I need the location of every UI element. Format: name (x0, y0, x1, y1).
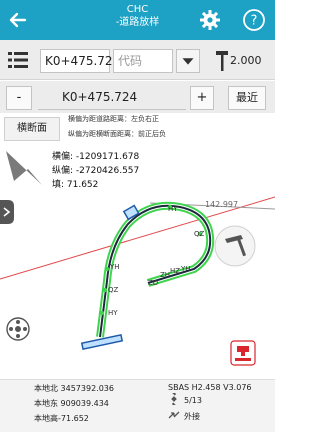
decrement-button[interactable]: - (6, 86, 32, 110)
antenna-pole-icon[interactable] (214, 49, 230, 73)
satellite-count: 5/13 (184, 396, 202, 405)
nearest-button[interactable]: 最近 (228, 86, 266, 110)
station-input[interactable]: K0+475.724 (38, 86, 186, 110)
external-link-icon (168, 411, 180, 419)
increment-button[interactable]: + (190, 86, 214, 110)
stake-point-icon[interactable] (230, 340, 256, 366)
antenna-height-value[interactable]: 2.000 (230, 54, 262, 67)
longitudinal-offset: 纵偏: -2720426.557 (52, 166, 140, 176)
sbas-accuracy: SBAS H2.458 V3.076 (168, 383, 252, 392)
label-qz-left: QZ (108, 286, 119, 294)
list-icon[interactable] (8, 51, 28, 69)
app-name: CHC (126, 4, 149, 15)
stakeout-info: 横断面 横偏为距道路距离：左负右正 纵偏为距横断面距离：前正后负 横偏: -12… (0, 113, 275, 191)
satellite-icon (171, 393, 177, 405)
label-zh: ZH (160, 271, 170, 279)
gear-icon[interactable] (198, 8, 222, 32)
label-yh-left: YH (109, 263, 120, 271)
survey-pole-button[interactable] (214, 225, 256, 267)
fill-value: 填: 71.652 (52, 180, 99, 190)
point-toolbar: K0+475.72 代码 2.000 (0, 40, 275, 80)
screen-title: -道路放样 (115, 17, 160, 28)
back-arrow-icon[interactable] (6, 8, 30, 32)
point-hy[interactable] (99, 310, 105, 316)
lateral-offset: 横偏: -1209171.678 (52, 152, 140, 162)
local-north: 本地北 3457392.036 (34, 384, 114, 393)
road-edge (96, 201, 215, 338)
point-qz[interactable] (102, 287, 108, 293)
station-row: - K0+475.724 + 最近 (0, 81, 275, 113)
cross-section-button[interactable]: 横断面 (4, 117, 60, 141)
pile-number-input[interactable]: K0+475.72 (40, 49, 113, 73)
point-yh[interactable] (104, 266, 110, 272)
label-hy-top: HY (168, 205, 178, 213)
compass-icon[interactable] (6, 317, 30, 341)
longitudinal-rule-text: 纵偏为距横断面距离：前正后负 (68, 130, 166, 138)
local-elevation: 本地高-71.652 (34, 414, 89, 423)
direction-arrow-icon (6, 151, 42, 185)
label-distance: 142.997 (205, 200, 238, 209)
page-title: CHC -道路放样 (60, 3, 215, 29)
local-east: 本地东 909039.434 (34, 399, 109, 408)
label-hz: HZ (170, 267, 180, 275)
label-hy-bottom: HY (108, 309, 118, 317)
svg-text:?: ? (251, 14, 258, 29)
chevron-down-icon[interactable] (176, 49, 200, 73)
title-bar: CHC -道路放样 ? (0, 0, 275, 40)
connection-mode: 外接 (184, 412, 200, 421)
label-yh-right: YH (180, 265, 191, 273)
label-qz-right: QZ (194, 230, 205, 238)
offset-rule-text: 横偏为距道路距离：左负右正 (68, 115, 159, 123)
label-zd: ZD (148, 279, 158, 287)
help-icon[interactable]: ? (242, 8, 266, 32)
code-input[interactable]: 代码 (113, 49, 173, 73)
